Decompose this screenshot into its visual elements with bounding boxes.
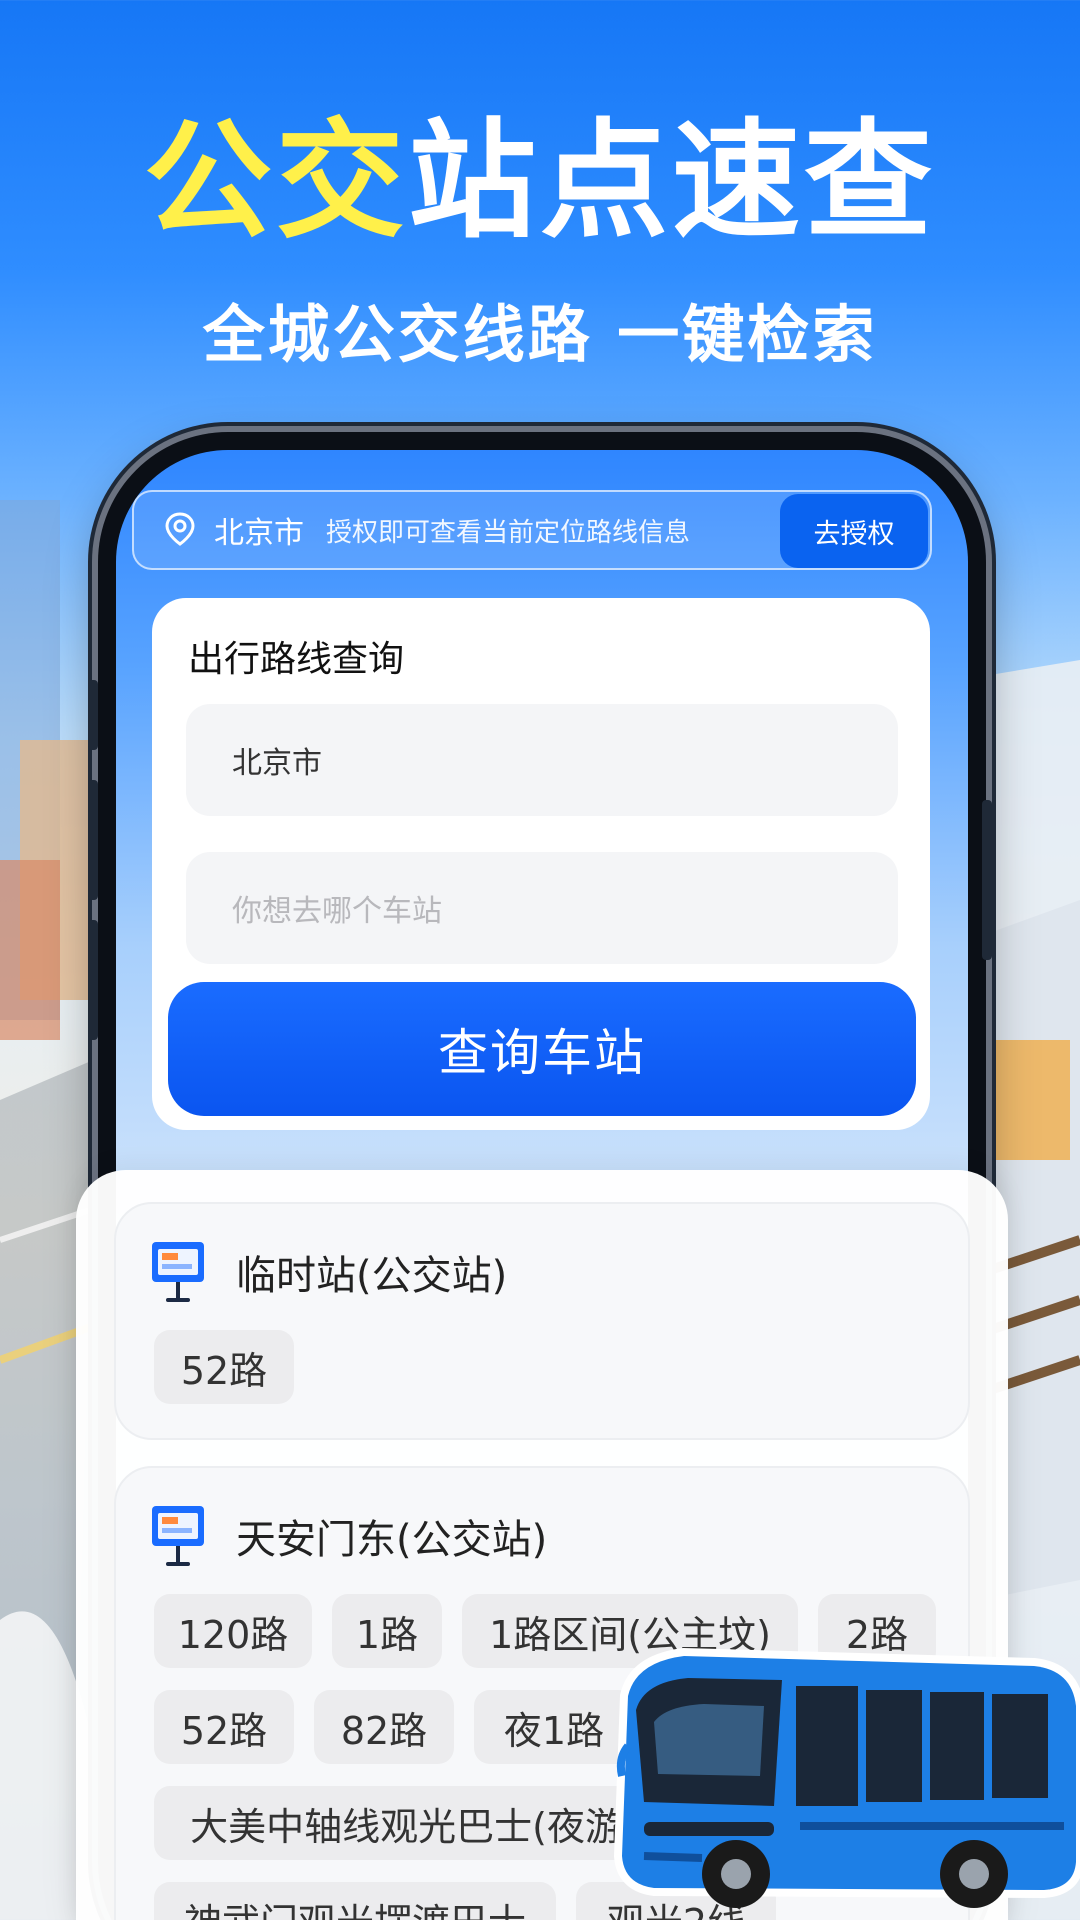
route-chip[interactable]: 52路 (154, 1690, 294, 1764)
route-chip[interactable]: 夜1路 (474, 1690, 634, 1764)
destination-station-input[interactable]: 你想去哪个车站 (186, 852, 898, 964)
location-hint: 授权即可查看当前定位路线信息 (326, 517, 691, 548)
location-bar: 北京市 授权即可查看当前定位路线信息 去授权 (132, 490, 932, 570)
phone-side-button (88, 680, 98, 750)
location-pin-icon (165, 512, 195, 546)
origin-city-field[interactable]: 北京市 (186, 704, 898, 816)
stop-name: 天安门东(公交站) (236, 1517, 548, 1563)
route-chip[interactable]: 神武门观光摆渡巴士 (154, 1882, 556, 1920)
stop-header: 天安门东(公交站) (150, 1504, 547, 1568)
banner-title-highlight: 公交 (143, 107, 408, 256)
route-chip[interactable]: 120路 (154, 1594, 312, 1668)
route-query-card: 出行路线查询 北京市 你想去哪个车站 查询车站 (152, 598, 930, 1130)
bus-illustration (614, 1647, 1080, 1908)
banner-subtitle: 全城公交线路 一键检索 (202, 298, 878, 371)
route-query-title: 出行路线查询 (188, 639, 405, 680)
route-chip[interactable]: 大美中轴线观光巴士(夜游) (154, 1786, 674, 1860)
route-chip[interactable]: 1路 (332, 1594, 442, 1668)
phone-side-button (88, 780, 98, 900)
bus-stop-sign-icon (152, 1242, 204, 1302)
route-chip[interactable]: 82路 (314, 1690, 454, 1764)
banner-title: 公交站点速查 (0, 112, 1080, 252)
search-station-button[interactable]: 查询车站 (168, 982, 916, 1116)
stop-name: 临时站(公交站) (236, 1253, 508, 1299)
phone-side-button (982, 800, 992, 960)
banner-title-rest: 站点速查 (408, 107, 937, 256)
bus-stop-sign-icon (152, 1506, 204, 1566)
stop-card[interactable]: 临时站(公交站) 52路 (114, 1202, 970, 1440)
stop-header: 临时站(公交站) (150, 1240, 507, 1304)
location-city[interactable]: 北京市 (214, 508, 304, 552)
route-chip[interactable]: 52路 (154, 1330, 294, 1404)
authorize-button[interactable]: 去授权 (780, 494, 928, 568)
phone-side-button (88, 920, 98, 1040)
